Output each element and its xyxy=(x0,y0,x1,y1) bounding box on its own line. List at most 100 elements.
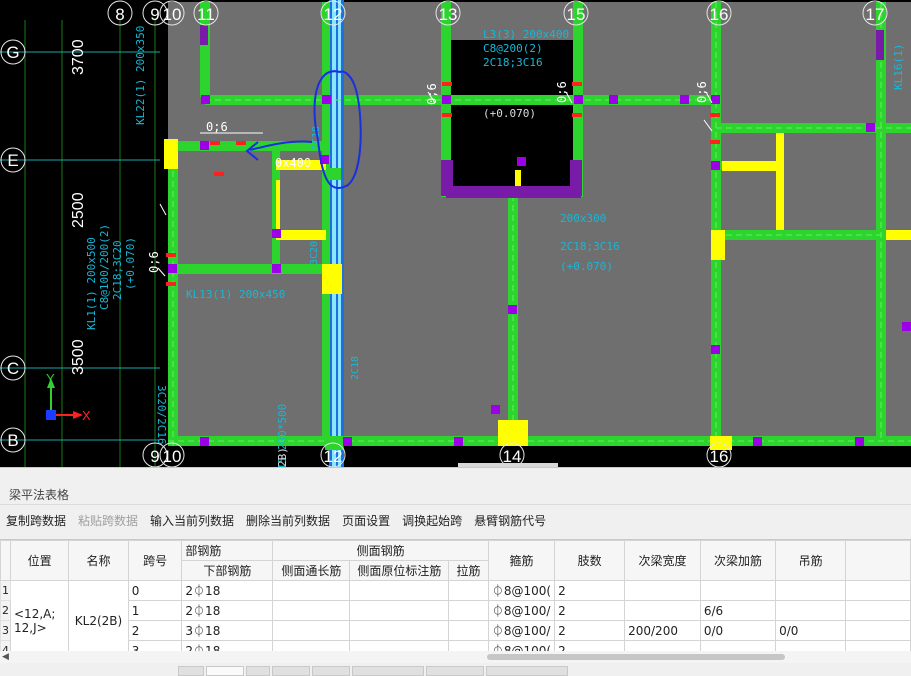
axis-label-B: B xyxy=(7,431,18,450)
beam-label-l3-stirrup: C8@200(2) xyxy=(483,42,543,55)
scroll-left-arrow-icon[interactable]: ◀ xyxy=(2,651,10,663)
cell-side-orig[interactable] xyxy=(349,600,450,621)
cell-hanger[interactable] xyxy=(775,600,847,621)
cell-side-long[interactable] xyxy=(272,580,351,601)
beam-table[interactable]: 位置 名称 跨号 部钢筋 侧面钢筋 箍筋 肢数 次梁宽度 次梁加筋 吊筋 下部钢… xyxy=(0,539,911,652)
bottom-button[interactable] xyxy=(352,666,424,676)
cell-hanger[interactable] xyxy=(775,580,847,601)
cell-secondary-add[interactable]: 6/6 xyxy=(699,600,777,621)
cell-tie[interactable] xyxy=(448,600,489,621)
swap-start-span-button[interactable]: 调换起始跨 xyxy=(396,511,468,531)
span-mark: 0;6 xyxy=(425,83,439,105)
row-number: 2 xyxy=(0,600,11,621)
cell-side-orig[interactable] xyxy=(349,620,450,641)
cell-side-long[interactable] xyxy=(272,620,351,641)
beam-label-elevation: (+0.070) xyxy=(483,107,536,120)
col-header-hanger[interactable]: 吊筋 xyxy=(775,540,847,581)
cell-bottom-rebar[interactable]: 2⏀18 xyxy=(181,600,274,621)
axis-label-13: 13 xyxy=(439,5,458,24)
axis-label-16: 16 xyxy=(710,5,729,24)
col-header-position[interactable]: 位置 xyxy=(9,540,70,581)
cell-extra[interactable] xyxy=(845,580,911,601)
beam-label-l3-rebar: 2C18;3C16 xyxy=(483,56,543,69)
cad-drawing[interactable]: 8 9 10 11 12 13 15 16 17 9 10 12 14 16 G… xyxy=(0,0,911,467)
col-header-secondary-add[interactable]: 次梁加筋 xyxy=(699,540,777,581)
page-setup-button[interactable]: 页面设置 xyxy=(336,511,396,531)
axis-label-11: 11 xyxy=(197,5,215,24)
bottom-button[interactable] xyxy=(312,666,350,676)
cell-secondary-width[interactable] xyxy=(624,600,701,621)
input-column-button[interactable]: 输入当前列数据 xyxy=(144,511,240,531)
cell-tie[interactable] xyxy=(448,620,489,641)
col-header-legs[interactable]: 肢数 xyxy=(554,540,626,581)
cell-secondary-width[interactable]: 200/200 xyxy=(624,620,701,641)
col-group-side-rebar: 侧面钢筋 xyxy=(272,540,489,561)
axis-label-10: 10 xyxy=(163,5,182,24)
cell-secondary-width[interactable] xyxy=(624,580,701,601)
cell-bottom-rebar[interactable]: 2⏀18 xyxy=(181,580,274,601)
col-header-secondary-width[interactable]: 次梁宽度 xyxy=(624,540,701,581)
bottom-button[interactable] xyxy=(206,666,244,676)
cell-position[interactable]: <12,A; 12,J> xyxy=(9,580,70,652)
table-toolbar: 复制跨数据 粘贴跨数据 输入当前列数据 删除当前列数据 页面设置 调换起始跨 悬… xyxy=(0,511,552,531)
cell-stirrup[interactable]: ⏀8@100/ xyxy=(487,600,556,621)
col-header-side-long[interactable]: 侧面通长筋 xyxy=(272,560,351,581)
beam-label-kl22: KL22(1) 200x350 xyxy=(134,26,147,125)
cell-legs[interactable]: 2 xyxy=(554,620,626,641)
cad-canvas[interactable]: 8 9 10 11 12 13 15 16 17 9 10 12 14 16 G… xyxy=(0,0,911,467)
span-mark: 0;6 xyxy=(206,120,228,134)
cell-bottom-rebar[interactable]: 3⏀18 xyxy=(181,620,274,641)
cell-extra[interactable] xyxy=(845,620,911,641)
cell-name[interactable]: KL2(2B) xyxy=(68,580,129,652)
bottom-button[interactable] xyxy=(246,666,270,676)
col-header-extra[interactable] xyxy=(845,540,911,581)
cell-side-long[interactable] xyxy=(272,600,351,621)
cantilever-code-button[interactable]: 悬臂钢筋代号 xyxy=(468,511,552,531)
cell-legs[interactable]: 2 xyxy=(554,600,626,621)
bottom-button[interactable] xyxy=(272,666,310,676)
row-header-corner xyxy=(0,540,11,581)
col-header-name[interactable]: 名称 xyxy=(68,540,129,581)
axis-label-10-bottom: 10 xyxy=(163,447,182,466)
beam-label-rebar2: 2C18;3C16 xyxy=(560,240,620,253)
delete-column-button[interactable]: 删除当前列数据 xyxy=(240,511,336,531)
cell-secondary-add[interactable]: 0/0 xyxy=(699,620,777,641)
cell-legs[interactable]: 2 xyxy=(554,580,626,601)
table-row[interactable]: 2 1 2⏀18 ⏀8@100/ 2 6/6 xyxy=(0,600,911,621)
col-header-stirrup[interactable]: 箍筋 xyxy=(487,540,556,581)
bottom-button[interactable] xyxy=(486,666,568,676)
axis-label-12-bottom: 12 xyxy=(324,447,343,466)
cell-stirrup[interactable]: ⏀8@100/ xyxy=(487,620,556,641)
col-header-span[interactable]: 跨号 xyxy=(127,540,183,581)
cell-extra[interactable] xyxy=(845,600,911,621)
bottom-toolbar-strip xyxy=(0,663,911,676)
ucs-x-label: X xyxy=(82,408,91,423)
table-row[interactable]: 1 <12,A; 12,J> KL2(2B) 0 2⏀18 ⏀8@100( 2 xyxy=(0,580,911,652)
cell-span[interactable]: 0 xyxy=(127,580,183,601)
col-header-side-orig[interactable]: 侧面原位标注筋 xyxy=(349,560,450,581)
beam-label-200x300: 200x300 xyxy=(560,212,606,225)
span-mark: 0;6 xyxy=(555,81,569,103)
col-header-tie[interactable]: 拉筋 xyxy=(448,560,489,581)
cell-span[interactable]: 2 xyxy=(127,620,183,641)
horizontal-scrollbar[interactable]: ◀ xyxy=(0,651,911,663)
cell-tie[interactable] xyxy=(448,580,489,601)
bottom-button[interactable] xyxy=(178,666,204,676)
copy-span-button[interactable]: 复制跨数据 xyxy=(0,511,72,531)
scrollbar-thumb[interactable] xyxy=(487,654,785,660)
cell-span[interactable]: 1 xyxy=(127,600,183,621)
col-header-bottom-rebar[interactable]: 下部钢筋 xyxy=(181,560,274,581)
table-row[interactable]: 3 2 3⏀18 ⏀8@100/ 2 200/200 0/0 0/0 xyxy=(0,620,911,641)
cell-side-orig[interactable] xyxy=(349,580,450,601)
beam-label-kl1: KL1(1) 200x500 xyxy=(85,237,98,330)
axis-label-12: 12 xyxy=(324,5,343,24)
span-mark: 0;6 xyxy=(695,81,709,103)
axis-label-8: 8 xyxy=(115,5,124,24)
beam-label-0x400: 0x400 xyxy=(275,156,311,170)
paste-span-button[interactable]: 粘贴跨数据 xyxy=(72,511,144,531)
cell-secondary-add[interactable] xyxy=(699,580,777,601)
cell-hanger[interactable]: 0/0 xyxy=(775,620,847,641)
bottom-button[interactable] xyxy=(426,666,484,676)
cell-stirrup[interactable]: ⏀8@100( xyxy=(487,580,556,601)
beam-label-2c18: 2C18 xyxy=(350,356,361,380)
